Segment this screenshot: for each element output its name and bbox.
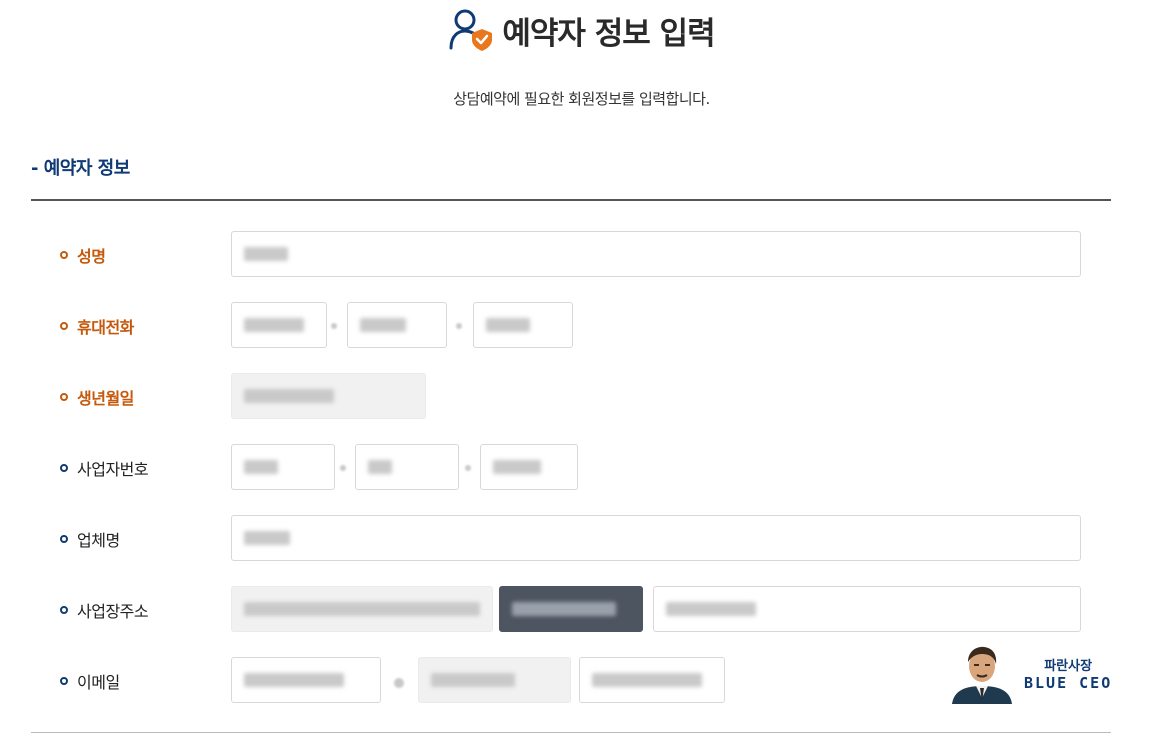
redacted-value (244, 247, 288, 261)
name-input[interactable] (231, 231, 1081, 277)
company-name-input[interactable] (231, 515, 1081, 561)
field-label-text: 사업장주소 (77, 602, 149, 621)
email-id-input[interactable] (231, 657, 381, 703)
field-label: 사업자번호 (60, 456, 149, 480)
form-row-birthdate: 생년월일 (0, 373, 1163, 421)
bullet-icon (60, 606, 68, 614)
address-detail-input[interactable] (653, 586, 1081, 632)
redacted-value (244, 531, 290, 545)
email-domain-input[interactable] (418, 657, 571, 703)
field-label-text: 업체명 (77, 531, 120, 550)
redacted-value (666, 602, 756, 616)
field-label: 사업장주소 (60, 598, 149, 622)
hyphen-separator (331, 323, 337, 329)
form-row-company: 업체명 (0, 515, 1163, 563)
email-domain-select[interactable] (579, 657, 725, 703)
page-subtitle: 상담예약에 필요한 회원정보를 입력합니다. (453, 90, 710, 108)
section-divider (31, 199, 1111, 201)
badge-name-en: BLUE CEO (1024, 673, 1113, 692)
field-label: 생년월일 (60, 385, 134, 409)
birthdate-input[interactable] (231, 373, 426, 419)
badge-text: 파란사장 BLUE CEO (1024, 655, 1112, 692)
redacted-value (512, 602, 616, 616)
form-row-phone: 휴대전화 (0, 302, 1163, 350)
field-label-text: 사업자번호 (77, 460, 149, 479)
field-label: 성명 (60, 243, 106, 267)
phone-prefix-select[interactable] (231, 302, 327, 348)
address-search-button[interactable] (499, 586, 643, 632)
business-number-part2-input[interactable] (355, 444, 459, 490)
business-number-part1-input[interactable] (231, 444, 335, 490)
bottom-divider (31, 732, 1111, 733)
bullet-icon (60, 464, 68, 472)
page-title: 예약자 정보 입력 (502, 15, 715, 52)
field-label: 업체명 (60, 527, 120, 551)
section-title: - 예약자 정보 (31, 158, 130, 179)
field-label-text: 성명 (77, 247, 106, 266)
redacted-value (486, 318, 530, 332)
hyphen-separator (340, 465, 346, 471)
hyphen-separator (456, 323, 462, 329)
field-label-text: 이메일 (77, 673, 120, 692)
redacted-value (368, 460, 392, 474)
redacted-value (431, 673, 515, 687)
redacted-value (244, 460, 278, 474)
phone-last-input[interactable] (473, 302, 573, 348)
ceo-portrait-icon (952, 646, 1012, 704)
at-separator (394, 678, 404, 688)
field-label-text: 휴대전화 (77, 318, 134, 337)
form-row-address: 사업장주소 (0, 586, 1163, 634)
redacted-value (592, 673, 702, 687)
page-header: 예약자 정보 입력 (0, 8, 1163, 52)
badge-name-ko: 파란사장 (1044, 658, 1093, 674)
bullet-icon (60, 677, 68, 685)
hyphen-separator (465, 465, 471, 471)
redacted-value (244, 389, 334, 403)
address-input[interactable] (231, 586, 493, 632)
phone-middle-input[interactable] (347, 302, 447, 348)
field-label: 이메일 (60, 669, 120, 693)
redacted-value (244, 318, 304, 332)
brand-badge: 파란사장 BLUE CEO (948, 642, 1112, 704)
field-label-text: 생년월일 (77, 389, 134, 408)
redacted-value (244, 602, 480, 616)
form-row-business-number: 사업자번호 (0, 444, 1163, 492)
bullet-icon (60, 535, 68, 543)
bullet-icon (60, 322, 68, 330)
form-row-name: 성명 (0, 231, 1163, 279)
redacted-value (493, 460, 541, 474)
field-label: 휴대전화 (60, 314, 134, 338)
bullet-icon (60, 393, 68, 401)
redacted-value (244, 673, 344, 687)
title-row: 예약자 정보 입력 (0, 8, 1163, 52)
business-number-part3-input[interactable] (480, 444, 578, 490)
bullet-icon (60, 251, 68, 259)
user-shield-icon (449, 9, 493, 51)
redacted-value (360, 318, 406, 332)
